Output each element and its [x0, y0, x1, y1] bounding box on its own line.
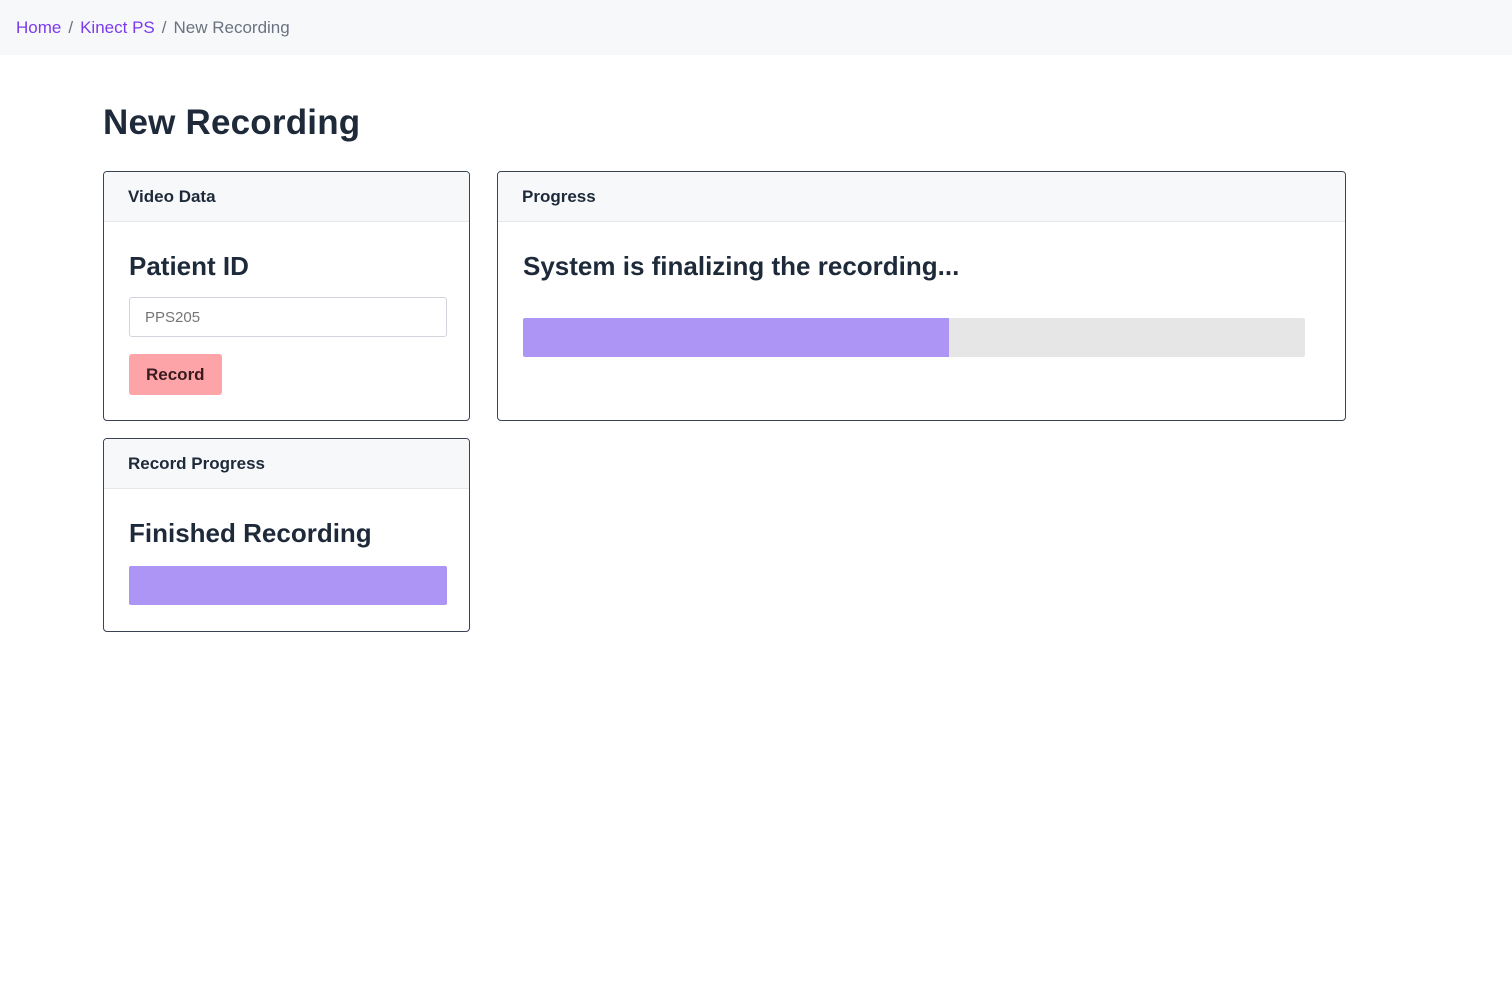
record-progress-card-body: Finished Recording [104, 518, 469, 605]
progress-card-header: Progress [498, 172, 1345, 222]
video-data-card: Video Data Patient ID Record [103, 171, 470, 421]
breadcrumb-current: New Recording [173, 17, 290, 37]
breadcrumb-kinect-ps-link[interactable]: Kinect PS [80, 18, 155, 38]
progress-card: Progress System is finalizing the record… [497, 171, 1346, 421]
breadcrumb-separator: / [68, 17, 74, 37]
video-data-card-body: Patient ID Record [104, 251, 469, 395]
record-progress-card-header: Record Progress [104, 439, 469, 489]
patient-id-label: Patient ID [129, 251, 249, 281]
breadcrumb-separator: / [161, 17, 167, 37]
record-status-text: Finished Recording [129, 518, 372, 548]
page-title: New Recording [103, 103, 361, 142]
record-progress-fill [129, 566, 447, 605]
finalizing-progress-fill [523, 318, 950, 357]
record-progress-bar [129, 566, 447, 605]
video-data-card-header: Video Data [104, 172, 469, 222]
progress-card-body: System is finalizing the recording... [498, 251, 1345, 357]
progress-status-text: System is finalizing the recording... [523, 251, 960, 281]
breadcrumb: Home / Kinect PS / New Recording [0, 0, 1512, 55]
record-progress-card: Record Progress Finished Recording [103, 438, 470, 632]
patient-id-input[interactable] [129, 297, 447, 337]
breadcrumb-home-link[interactable]: Home [16, 18, 61, 38]
record-button[interactable]: Record [129, 354, 222, 395]
finalizing-progress-bar [523, 318, 1305, 357]
